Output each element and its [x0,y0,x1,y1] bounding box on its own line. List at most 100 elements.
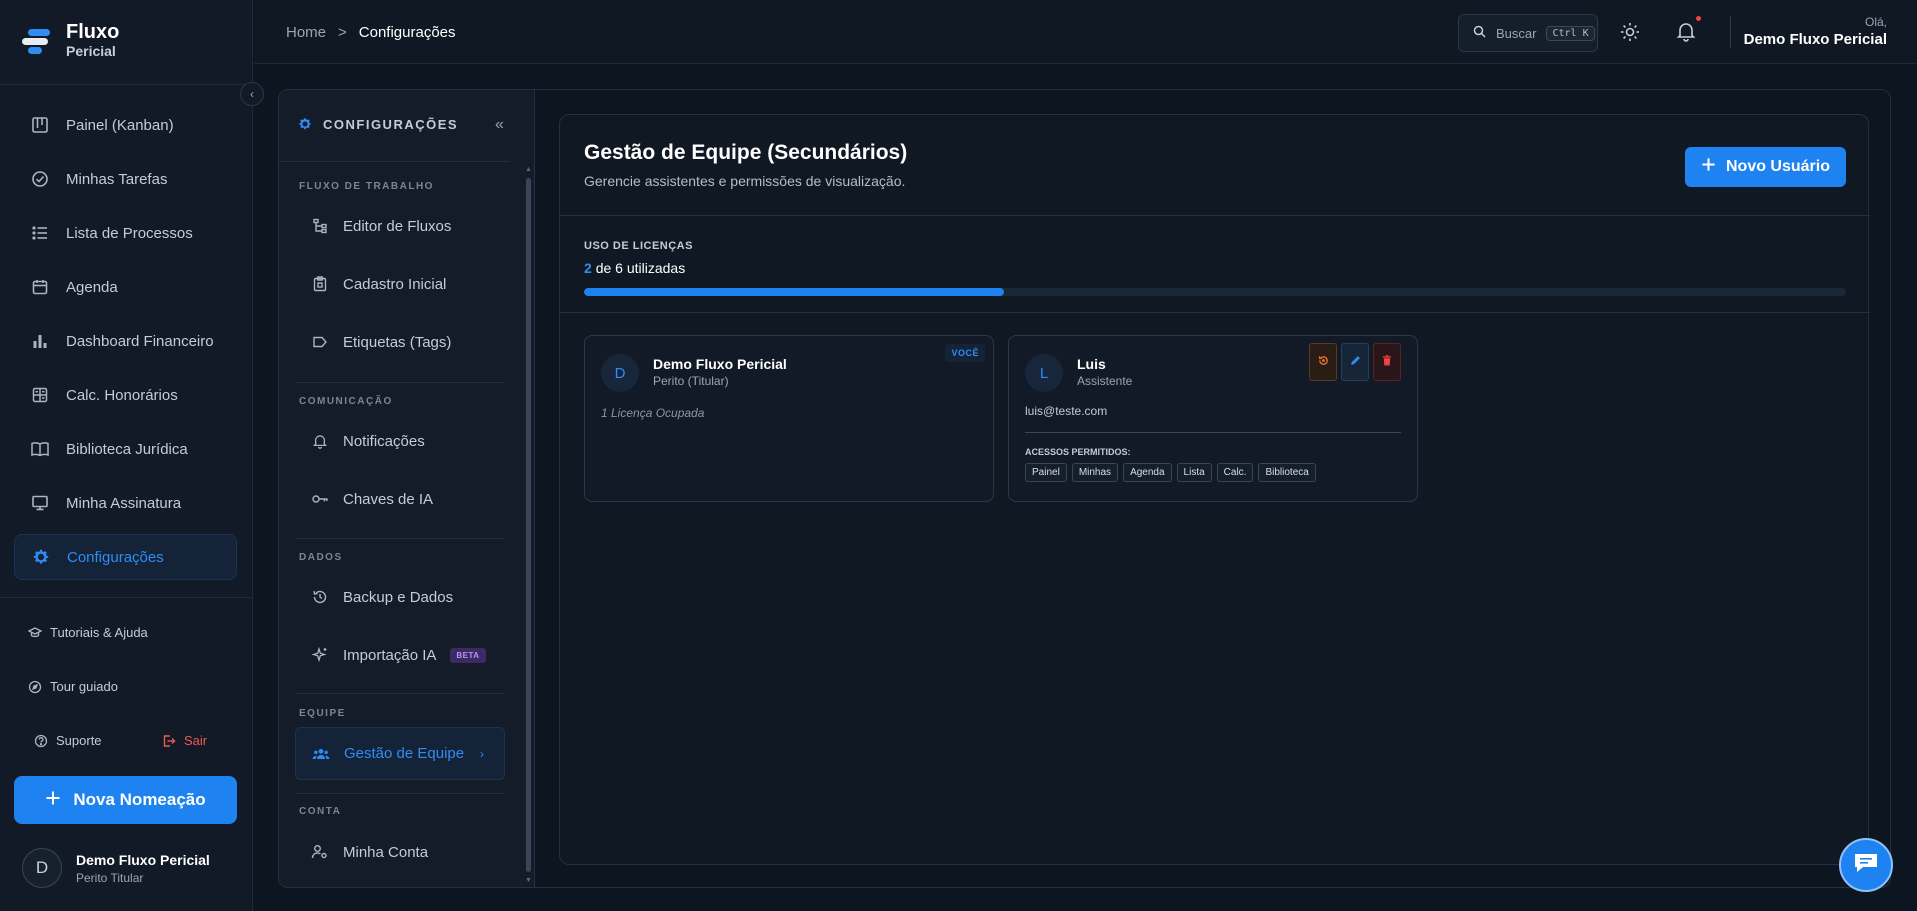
license-label: USO DE LICENÇAS [584,240,693,252]
tutorials-link[interactable]: Tutoriais & Ajuda [28,625,148,640]
settings-item-label: Gestão de Equipe [344,745,465,762]
greeting-label: Olá, [1864,15,1887,29]
app-logo[interactable]: Fluxo Pericial [20,22,119,58]
gear-icon [31,547,51,567]
sidebar-item-agenda[interactable]: Agenda [14,264,237,310]
breadcrumb-current: Configurações [358,24,456,41]
help-circle-icon [34,734,48,748]
settings-item-notifications[interactable]: Notificações [295,416,505,466]
settings-item-ai-keys[interactable]: Chaves de IA [295,474,505,524]
user-greeting[interactable]: Olá, Demo Fluxo Pericial [1744,15,1887,48]
new-user-label: Novo Usuário [1725,158,1830,175]
breadcrumb-home[interactable]: Home [286,24,326,41]
settings-item-tags[interactable]: Etiquetas (Tags) [295,317,505,367]
avatar: D [22,848,62,888]
top-bar: Home > Configurações Buscar Ctrl K Olá, … [254,0,1917,64]
tour-label: Tour guiado [50,679,118,694]
member-license-note: 1 Licença Ocupada [601,406,705,420]
tour-link[interactable]: Tour guiado [28,679,118,694]
bell-icon[interactable] [1675,20,1697,42]
settings-item-flow-editor[interactable]: Editor de Fluxos [295,201,505,251]
settings-item-my-account[interactable]: Minha Conta [295,827,505,877]
sidebar-item-configuracoes[interactable]: Configurações [14,534,237,580]
sidebar-item-label: Minhas Tarefas [66,170,168,188]
avatar: D [601,354,639,392]
chevron-right-icon: › [480,746,484,761]
settings-nav-divider [295,538,505,539]
settings-item-ai-import[interactable]: Importação IA BETA [295,630,505,680]
member-card: L Luis Assistente luis@teste.com ACESSOS… [1008,335,1418,502]
user-name: Demo Fluxo Pericial [76,851,210,868]
member-divider [1025,432,1401,433]
logout-button[interactable]: Sair [162,733,207,748]
tutorials-label: Tutoriais & Ajuda [50,625,148,640]
sidebar-item-label: Configurações [67,548,164,566]
member-card: D Demo Fluxo Pericial Perito (Titular) V… [584,335,994,502]
sidebar-item-honorarios[interactable]: Calc. Honorários [14,372,237,418]
sidebar-item-label: Painel (Kanban) [66,116,174,134]
greeting-user-name: Demo Fluxo Pericial [1743,31,1887,48]
scroll-down-arrow[interactable]: ▼ [525,877,532,884]
notification-dot [1696,16,1701,21]
delete-member-button[interactable] [1373,343,1401,381]
section-communication: COMUNICAÇÃO [299,396,393,407]
sidebar-item-painel[interactable]: Painel (Kanban) [14,102,237,148]
sidebar-item-dashboard[interactable]: Dashboard Financeiro [14,318,237,364]
settings-item-label: Minha Conta [343,843,429,861]
logo-subtitle: Pericial [66,43,116,59]
sidebar-collapse-button[interactable]: ‹ [240,82,264,106]
reset-icon [1318,355,1329,369]
sidebar-item-biblioteca[interactable]: Biblioteca Jurídica [14,426,237,472]
user-role: Perito Titular [76,870,144,885]
sidebar-item-processos[interactable]: Lista de Processos [14,210,237,256]
support-link[interactable]: Suporte [34,733,102,748]
sun-icon[interactable] [1620,22,1640,42]
logout-label: Sair [184,733,208,748]
settings-item-backup[interactable]: Backup e Dados [295,572,505,622]
graduation-cap-icon [28,626,42,640]
new-appointment-label: Nova Nomeação [73,790,206,809]
license-used: 2 [584,260,592,276]
settings-item-team[interactable]: Gestão de Equipe › [295,727,505,780]
trash-icon [1382,355,1392,369]
flow-tree-icon [311,217,329,235]
topbar-divider [1730,16,1731,48]
compass-icon [28,680,42,694]
sidebar-item-label: Minha Assinatura [66,494,182,512]
sidebar-item-label: Agenda [66,278,118,296]
sidebar-item-tarefas[interactable]: Minhas Tarefas [14,156,237,202]
key-icon [311,490,329,508]
search-button[interactable]: Buscar Ctrl K [1458,14,1598,52]
access-chip: Agenda [1123,463,1172,482]
search-label: Buscar [1496,25,1537,41]
tag-icon [311,333,329,351]
bar-chart-icon [30,331,50,351]
history-icon [311,588,329,606]
scroll-up-arrow[interactable]: ▲ [525,166,532,173]
settings-item-label: Cadastro Inicial [343,275,447,293]
gear-icon [297,116,313,132]
search-shortcut: Ctrl K [1546,25,1595,41]
settings-item-label: Importação IA [343,646,437,664]
clipboard-icon [311,275,329,293]
reset-password-button[interactable] [1309,343,1337,381]
sidebar-item-assinatura[interactable]: Minha Assinatura [14,480,237,526]
sidebar-item-label: Biblioteca Jurídica [66,440,188,458]
sidebar-user[interactable]: D Demo Fluxo Pericial Perito Titular [22,848,210,888]
page-title: Gestão de Equipe (Secundários) [584,141,908,164]
avatar: L [1025,354,1063,392]
check-circle-icon [30,169,50,189]
chat-support-button[interactable] [1839,838,1893,892]
settings-item-initial-register[interactable]: Cadastro Inicial [295,259,505,309]
kanban-icon [30,115,50,135]
sidebar-item-label: Calc. Honorários [66,386,178,404]
double-chevron-left-icon[interactable]: « [495,116,504,134]
plus-icon [45,790,61,811]
new-user-button[interactable]: Novo Usuário [1684,147,1846,187]
edit-member-button[interactable] [1341,343,1369,381]
access-chip: Biblioteca [1258,463,1316,482]
settings-nav-title: CONFIGURAÇÕES [323,116,459,132]
settings-nav-scrollbar[interactable] [526,178,531,872]
new-appointment-button[interactable]: Nova Nomeação [14,776,237,824]
settings-nav-header: CONFIGURAÇÕES [297,116,458,132]
